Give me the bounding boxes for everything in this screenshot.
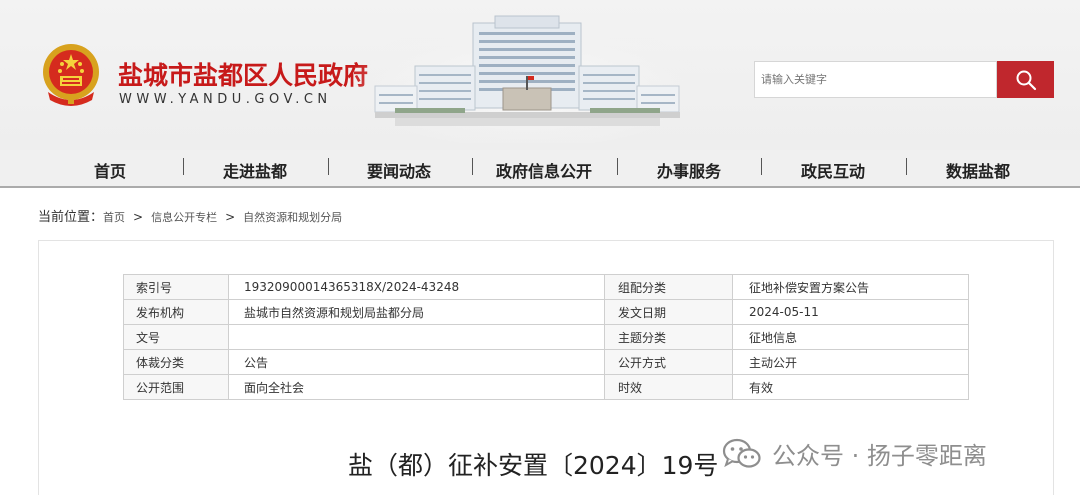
nav-item-news[interactable]: 要闻动态 — [367, 158, 431, 182]
nav-divider — [617, 158, 618, 175]
search-icon — [1016, 70, 1036, 90]
meta-key: 发布机构 — [123, 299, 229, 325]
table-row: 发布机构 盐城市自然资源和规划局盐都分局 发文日期 2024-05-11 — [123, 299, 969, 325]
meta-key: 发文日期 — [604, 299, 733, 325]
nav-item-data[interactable]: 数据盐都 — [946, 158, 1010, 182]
document-title: 盐（都）征补安置〔2024〕19号 — [348, 451, 719, 480]
site-title[interactable]: 盐城市盐都区人民政府 — [118, 56, 368, 92]
nav-divider — [761, 158, 762, 175]
watermark-text: 公众号 · 扬子零距离 — [772, 442, 987, 470]
meta-key: 体裁分类 — [123, 349, 229, 375]
breadcrumb-item-home[interactable]: 首页 — [103, 211, 125, 224]
nav-divider — [183, 158, 184, 175]
table-row: 索引号 1932090001436531​8X/2024-43248 组配分类 … — [123, 274, 969, 300]
nav-item-gov-info[interactable]: 政府信息公开 — [496, 158, 592, 182]
meta-key: 组配分类 — [604, 274, 733, 300]
nav-item-home[interactable]: 首页 — [94, 158, 126, 182]
meta-value: 公告 — [228, 349, 605, 375]
wechat-icon — [722, 438, 761, 468]
government-building-illustration — [355, 15, 700, 143]
meta-value: 有效 — [732, 374, 969, 400]
meta-key: 时效 — [604, 374, 733, 400]
meta-key: 文号 — [123, 324, 229, 350]
search-input[interactable] — [754, 61, 997, 98]
nav-divider — [328, 158, 329, 175]
table-row: 公开范围 面向全社会 时效 有效 — [123, 374, 969, 400]
nav-item-interaction[interactable]: 政民互动 — [801, 158, 865, 182]
meta-value: 征地补偿安置方案公告 — [732, 274, 969, 300]
nav-divider — [906, 158, 907, 175]
national-emblem-icon — [43, 44, 99, 106]
wechat-watermark: 公众号 · 扬子零距离 — [722, 436, 987, 471]
breadcrumb-item-bureau[interactable]: 自然资源和规划分局 — [243, 211, 342, 224]
table-row: 体裁分类 公告 公开方式 主动公开 — [123, 349, 969, 375]
table-row: 文号 主题分类 征地信息 — [123, 324, 969, 350]
meta-key: 公开方式 — [604, 349, 733, 375]
site-domain: WWW.YANDU.GOV.CN — [119, 92, 332, 107]
meta-value: 主动公开 — [732, 349, 969, 375]
breadcrumb-separator: > — [133, 210, 144, 224]
breadcrumb: 当前位置：首页 > 信息公开专栏 > 自然资源和规划分局 — [38, 206, 342, 225]
document-meta-table: 索引号 1932090001436531​8X/2024-43248 组配分类 … — [123, 274, 969, 400]
meta-key: 主题分类 — [604, 324, 733, 350]
meta-value: 征地信息 — [732, 324, 969, 350]
breadcrumb-separator: > — [225, 210, 236, 224]
breadcrumb-label: 当前位置： — [38, 210, 104, 225]
meta-key: 公开范围 — [123, 374, 229, 400]
main-nav: 首页 走进盐都 要闻动态 政府信息公开 办事服务 政民互动 数据盐都 — [0, 150, 1080, 188]
nav-divider — [472, 158, 473, 175]
nav-item-services[interactable]: 办事服务 — [657, 158, 721, 182]
meta-value: 1932090001436531​8X/2024-43248 — [228, 274, 605, 300]
breadcrumb-item-info-column[interactable]: 信息公开专栏 — [151, 211, 217, 224]
meta-value: 盐城市自然资源和规划局盐都分局 — [228, 299, 605, 325]
site-header: 盐城市盐都区人民政府 WWW.YANDU.GOV.CN — [0, 0, 1080, 150]
search-button[interactable] — [997, 61, 1054, 98]
meta-key: 索引号 — [123, 274, 229, 300]
meta-value: 面向全社会 — [228, 374, 605, 400]
meta-value — [228, 324, 605, 350]
nav-item-about[interactable]: 走进盐都 — [223, 158, 287, 182]
meta-value: 2024-05-11 — [732, 299, 969, 325]
